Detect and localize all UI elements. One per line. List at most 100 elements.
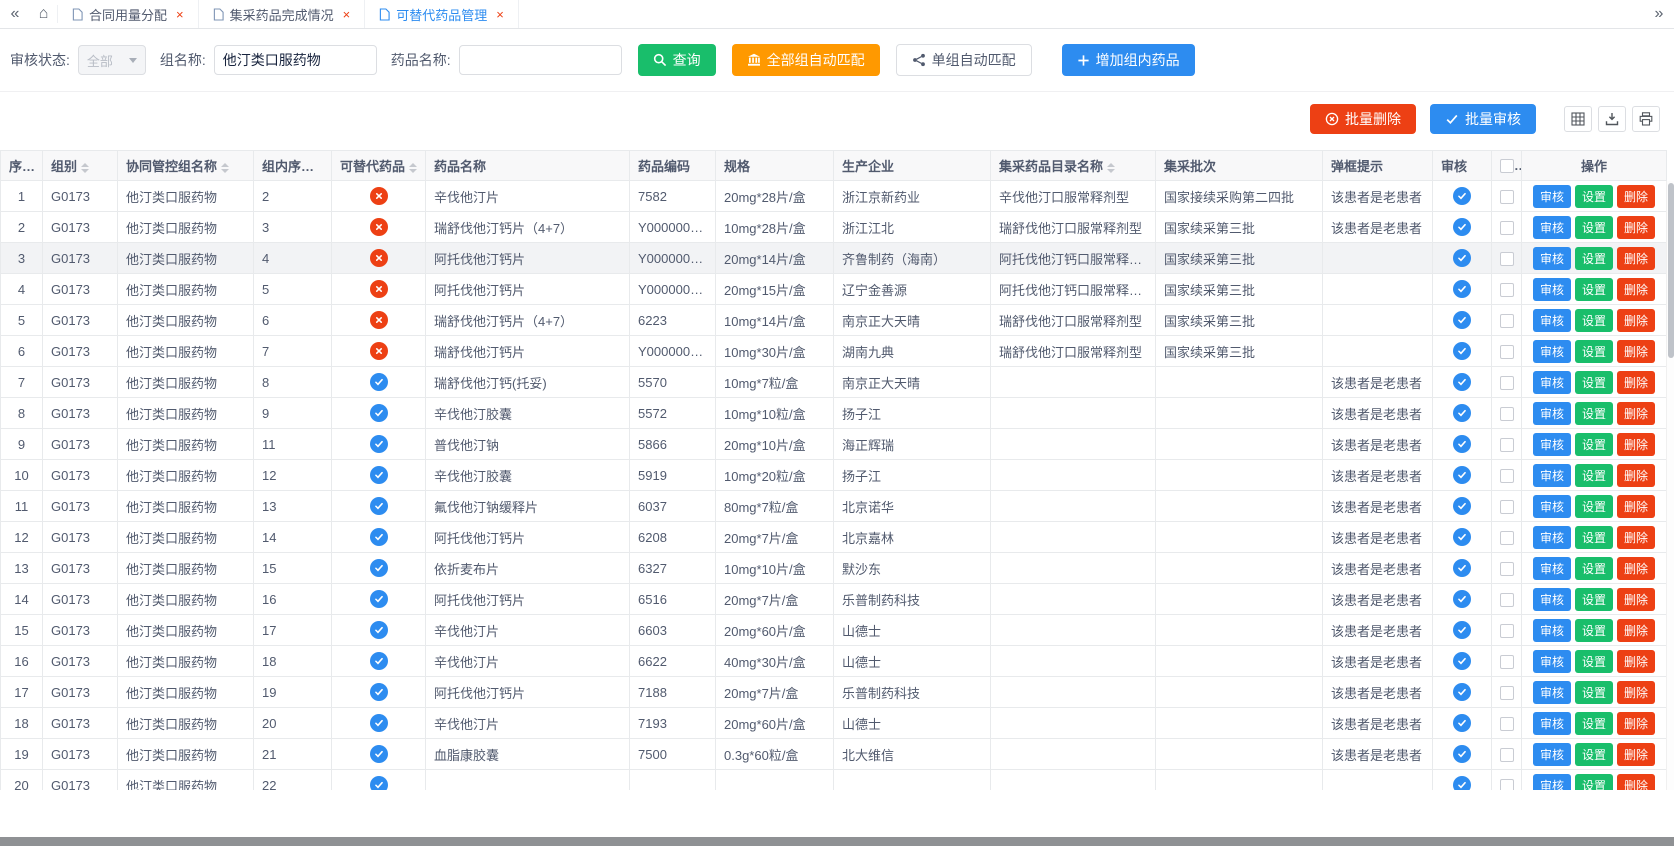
row-audit-button[interactable]: 审核 — [1533, 309, 1571, 332]
row-setting-button[interactable]: 设置 — [1575, 247, 1613, 270]
row-checkbox[interactable] — [1500, 469, 1514, 483]
tabs-scroll-left-icon[interactable]: « — [0, 5, 30, 23]
row-checkbox[interactable] — [1500, 562, 1514, 576]
row-checkbox[interactable] — [1500, 748, 1514, 762]
row-setting-button[interactable]: 设置 — [1575, 402, 1613, 425]
row-setting-button[interactable]: 设置 — [1575, 712, 1613, 735]
row-checkbox[interactable] — [1500, 686, 1514, 700]
row-audit-button[interactable]: 审核 — [1533, 681, 1571, 704]
select-all-checkbox[interactable] — [1500, 159, 1514, 173]
row-delete-button[interactable]: 删除 — [1617, 743, 1655, 766]
row-setting-button[interactable]: 设置 — [1575, 340, 1613, 363]
row-setting-button[interactable]: 设置 — [1575, 216, 1613, 239]
row-audit-button[interactable]: 审核 — [1533, 588, 1571, 611]
auto-match-all-button[interactable]: 全部组自动匹配 — [732, 44, 880, 76]
audit-status-select[interactable]: 全部 — [78, 45, 146, 75]
close-icon[interactable]: × — [496, 8, 504, 21]
row-delete-button[interactable]: 删除 — [1617, 185, 1655, 208]
tab-replaceable-drug-management[interactable]: 可替代药品管理 × — [365, 0, 519, 28]
row-checkbox[interactable] — [1500, 407, 1514, 421]
row-setting-button[interactable]: 设置 — [1575, 743, 1613, 766]
row-audit-button[interactable]: 审核 — [1533, 526, 1571, 549]
sort-icon[interactable] — [81, 163, 89, 173]
row-delete-button[interactable]: 删除 — [1617, 216, 1655, 239]
vertical-scrollbar[interactable] — [1666, 181, 1674, 790]
row-audit-button[interactable]: 审核 — [1533, 743, 1571, 766]
row-delete-button[interactable]: 删除 — [1617, 588, 1655, 611]
row-delete-button[interactable]: 删除 — [1617, 309, 1655, 332]
row-delete-button[interactable]: 删除 — [1617, 526, 1655, 549]
row-checkbox[interactable] — [1500, 376, 1514, 390]
row-delete-button[interactable]: 删除 — [1617, 371, 1655, 394]
tab-contract-usage-allocation[interactable]: 合同用量分配 × — [58, 0, 199, 28]
row-setting-button[interactable]: 设置 — [1575, 650, 1613, 673]
sort-icon[interactable] — [1107, 163, 1115, 173]
row-checkbox[interactable] — [1500, 624, 1514, 638]
row-checkbox[interactable] — [1500, 531, 1514, 545]
row-checkbox[interactable] — [1500, 252, 1514, 266]
row-setting-button[interactable]: 设置 — [1575, 619, 1613, 642]
row-checkbox[interactable] — [1500, 779, 1514, 790]
row-checkbox[interactable] — [1500, 314, 1514, 328]
row-delete-button[interactable]: 删除 — [1617, 433, 1655, 456]
row-setting-button[interactable]: 设置 — [1575, 433, 1613, 456]
row-checkbox[interactable] — [1500, 345, 1514, 359]
row-checkbox[interactable] — [1500, 283, 1514, 297]
tabs-scroll-right-icon[interactable]: » — [1644, 5, 1674, 23]
row-delete-button[interactable]: 删除 — [1617, 495, 1655, 518]
row-setting-button[interactable]: 设置 — [1575, 464, 1613, 487]
row-delete-button[interactable]: 删除 — [1617, 712, 1655, 735]
home-icon[interactable]: ⌂ — [30, 5, 58, 23]
row-checkbox[interactable] — [1500, 438, 1514, 452]
row-delete-button[interactable]: 删除 — [1617, 340, 1655, 363]
auto-match-single-button[interactable]: 单组自动匹配 — [896, 44, 1032, 76]
row-checkbox[interactable] — [1500, 717, 1514, 731]
row-setting-button[interactable]: 设置 — [1575, 185, 1613, 208]
row-audit-button[interactable]: 审核 — [1533, 464, 1571, 487]
horizontal-scrollbar[interactable] — [0, 837, 1674, 846]
row-delete-button[interactable]: 删除 — [1617, 681, 1655, 704]
row-delete-button[interactable]: 删除 — [1617, 278, 1655, 301]
sort-icon[interactable] — [221, 163, 229, 173]
row-checkbox[interactable] — [1500, 500, 1514, 514]
vertical-scrollbar-thumb[interactable] — [1668, 183, 1674, 358]
row-checkbox[interactable] — [1500, 221, 1514, 235]
row-audit-button[interactable]: 审核 — [1533, 433, 1571, 456]
row-setting-button[interactable]: 设置 — [1575, 557, 1613, 580]
row-delete-button[interactable]: 删除 — [1617, 402, 1655, 425]
export-button[interactable] — [1598, 106, 1626, 132]
batch-audit-button[interactable]: 批量审核 — [1430, 104, 1536, 134]
row-delete-button[interactable]: 删除 — [1617, 619, 1655, 642]
row-audit-button[interactable]: 审核 — [1533, 712, 1571, 735]
row-setting-button[interactable]: 设置 — [1575, 526, 1613, 549]
row-audit-button[interactable]: 审核 — [1533, 340, 1571, 363]
row-delete-button[interactable]: 删除 — [1617, 650, 1655, 673]
row-audit-button[interactable]: 审核 — [1533, 216, 1571, 239]
row-audit-button[interactable]: 审核 — [1533, 774, 1571, 791]
row-audit-button[interactable]: 审核 — [1533, 371, 1571, 394]
row-delete-button[interactable]: 删除 — [1617, 557, 1655, 580]
row-checkbox[interactable] — [1500, 190, 1514, 204]
add-group-drug-button[interactable]: 增加组内药品 — [1062, 44, 1195, 76]
group-name-input[interactable] — [214, 45, 377, 75]
close-icon[interactable]: × — [343, 8, 351, 21]
row-audit-button[interactable]: 审核 — [1533, 495, 1571, 518]
drug-name-input[interactable] — [459, 45, 622, 75]
query-button[interactable]: 查询 — [638, 44, 716, 76]
row-setting-button[interactable]: 设置 — [1575, 309, 1613, 332]
row-audit-button[interactable]: 审核 — [1533, 650, 1571, 673]
sort-icon[interactable] — [409, 163, 417, 173]
column-settings-button[interactable] — [1564, 106, 1592, 132]
print-button[interactable] — [1632, 106, 1660, 132]
row-setting-button[interactable]: 设置 — [1575, 495, 1613, 518]
row-audit-button[interactable]: 审核 — [1533, 557, 1571, 580]
row-setting-button[interactable]: 设置 — [1575, 681, 1613, 704]
row-audit-button[interactable]: 审核 — [1533, 247, 1571, 270]
row-audit-button[interactable]: 审核 — [1533, 185, 1571, 208]
row-delete-button[interactable]: 删除 — [1617, 247, 1655, 270]
row-audit-button[interactable]: 审核 — [1533, 278, 1571, 301]
tab-procurement-completion[interactable]: 集采药品完成情况 × — [199, 0, 366, 28]
row-delete-button[interactable]: 删除 — [1617, 774, 1655, 791]
sort-icon[interactable] — [318, 163, 326, 173]
row-setting-button[interactable]: 设置 — [1575, 588, 1613, 611]
